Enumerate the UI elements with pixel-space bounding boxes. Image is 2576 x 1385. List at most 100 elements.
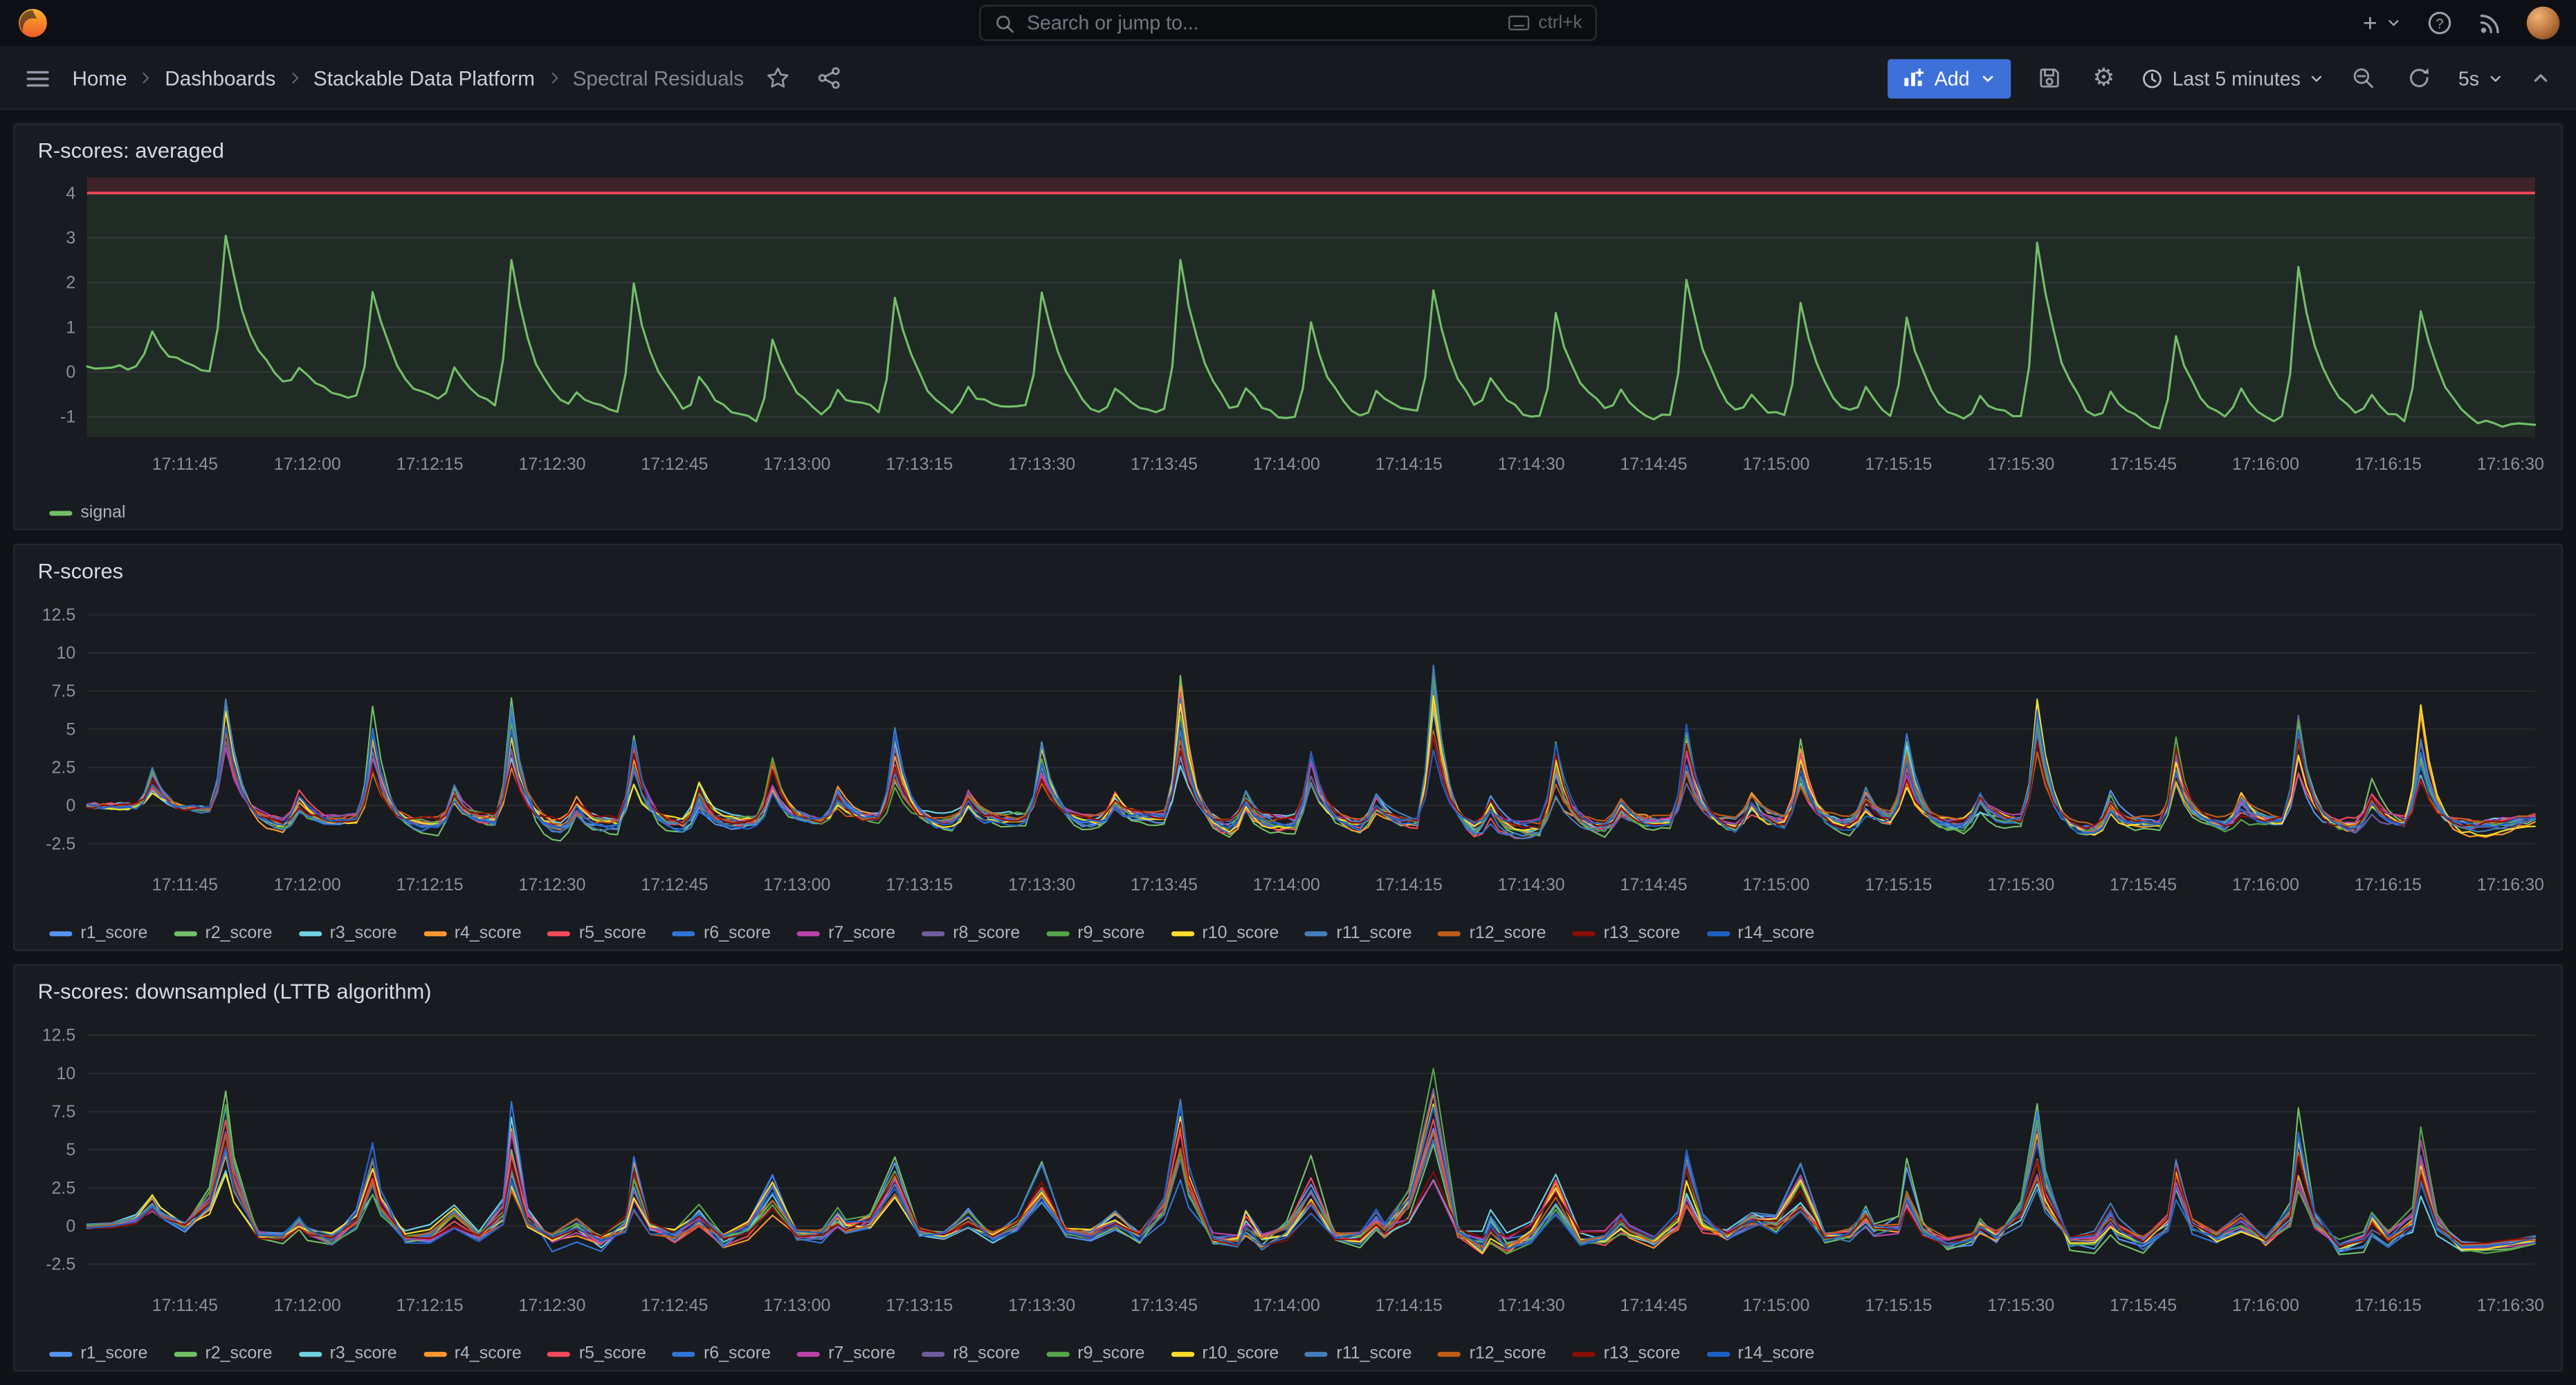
legend-label: r3_score	[330, 923, 397, 942]
legend-label: r3_score	[330, 1343, 397, 1363]
svg-text:17:14:00: 17:14:00	[1253, 1296, 1320, 1315]
time-series-chart[interactable]: -2.502.557.51012.517:11:4517:12:0017:12:…	[28, 1009, 2548, 1330]
zoom-out-button[interactable]	[2346, 61, 2381, 95]
legend-item[interactable]: r2_score	[174, 923, 272, 942]
legend-item[interactable]: r8_score	[922, 923, 1020, 942]
legend-swatch	[922, 930, 944, 935]
share-button[interactable]	[811, 61, 846, 95]
user-menu-button[interactable]	[2527, 6, 2559, 39]
legend-item[interactable]: r12_score	[1438, 1343, 1546, 1363]
legend-label: r5_score	[579, 923, 646, 942]
breadcrumb-home[interactable]: Home	[72, 66, 127, 89]
search-placeholder: Search or jump to...	[1027, 12, 1199, 35]
svg-text:17:14:00: 17:14:00	[1253, 875, 1320, 895]
panel-title[interactable]: R-scores: averaged	[28, 135, 224, 167]
svg-text:17:14:45: 17:14:45	[1620, 455, 1688, 474]
legend-swatch	[797, 930, 820, 935]
legend-item[interactable]: r7_score	[797, 1343, 895, 1363]
legend-item[interactable]: r9_score	[1046, 1343, 1144, 1363]
legend-label: r8_score	[953, 923, 1020, 942]
chart-area[interactable]: -2.502.557.51012.517:11:4517:12:0017:12:…	[28, 588, 2548, 910]
search-input[interactable]: Search or jump to... ctrl+k	[979, 5, 1597, 41]
legend-label: r14_score	[1738, 923, 1815, 942]
legend-item[interactable]: r9_score	[1046, 923, 1144, 942]
grafana-logo[interactable]	[17, 6, 49, 39]
panel-title[interactable]: R-scores: downsampled (LTTB algorithm)	[28, 975, 431, 1008]
news-button[interactable]	[2478, 10, 2503, 35]
avatar	[2527, 6, 2559, 39]
svg-text:17:13:45: 17:13:45	[1131, 1296, 1198, 1315]
legend-item[interactable]: r1_score	[49, 1343, 147, 1363]
svg-text:17:16:30: 17:16:30	[2477, 1296, 2544, 1315]
legend-item[interactable]: r2_score	[174, 1343, 272, 1363]
legend-label: r7_score	[828, 1343, 895, 1363]
svg-text:17:15:45: 17:15:45	[2110, 455, 2177, 474]
collapse-toolbar-button[interactable]	[2525, 62, 2556, 93]
legend-item[interactable]: r5_score	[548, 923, 646, 942]
legend-item[interactable]: r10_score	[1171, 923, 1279, 942]
breadcrumb-folder[interactable]: Stackable Data Platform	[313, 66, 535, 89]
mega-menu-button[interactable]	[19, 60, 55, 96]
dashboard-toolbar: Home Dashboards Stackable Data Platform …	[0, 48, 2576, 110]
legend-item[interactable]: r11_score	[1305, 923, 1412, 942]
refresh-button[interactable]	[2402, 61, 2437, 95]
legend-swatch	[174, 1351, 197, 1356]
legend-item[interactable]: r13_score	[1572, 1343, 1680, 1363]
legend-swatch	[1046, 930, 1069, 935]
svg-text:17:14:30: 17:14:30	[1498, 455, 1565, 474]
legend-swatch	[1706, 930, 1729, 935]
legend-item[interactable]: r4_score	[423, 1343, 522, 1363]
legend-item[interactable]: r1_score	[49, 923, 147, 942]
chart-area[interactable]: -2.502.557.51012.517:11:4517:12:0017:12:…	[28, 1009, 2548, 1330]
favorite-button[interactable]	[760, 61, 795, 95]
svg-text:17:13:30: 17:13:30	[1008, 875, 1075, 895]
chevron-right-icon	[287, 71, 302, 85]
svg-text:17:12:15: 17:12:15	[396, 455, 464, 474]
legend-label: r13_score	[1604, 923, 1681, 942]
legend-item[interactable]: r3_score	[298, 1343, 396, 1363]
add-button[interactable]: Add	[1888, 58, 2011, 98]
svg-text:-2.5: -2.5	[46, 834, 75, 854]
save-dashboard-button[interactable]	[2032, 61, 2067, 95]
svg-text:17:11:45: 17:11:45	[152, 1296, 218, 1315]
chevron-down-icon	[2386, 15, 2402, 31]
help-button[interactable]: ?	[2427, 10, 2453, 36]
time-range-picker[interactable]: Last 5 minutes	[2141, 66, 2325, 89]
refresh-interval-picker[interactable]: 5s	[2458, 66, 2504, 89]
help-icon: ?	[2427, 10, 2453, 36]
legend-item[interactable]: r11_score	[1305, 1343, 1412, 1363]
legend-item[interactable]: r12_score	[1438, 923, 1546, 942]
legend-item[interactable]: r7_score	[797, 923, 895, 942]
dashboard-settings-button[interactable]: ⚙	[2088, 61, 2119, 95]
refresh-interval-label: 5s	[2458, 66, 2479, 89]
legend-swatch	[673, 930, 695, 935]
legend-item[interactable]: r14_score	[1706, 923, 1814, 942]
legend-label: r9_score	[1077, 1343, 1144, 1363]
svg-text:17:12:30: 17:12:30	[519, 455, 586, 474]
legend-item[interactable]: r4_score	[423, 923, 522, 942]
chart-area[interactable]: -10123417:11:4517:12:0017:12:1517:12:301…	[28, 167, 2548, 489]
svg-text:17:12:00: 17:12:00	[274, 455, 341, 474]
legend-swatch	[423, 1351, 446, 1356]
svg-text:17:16:00: 17:16:00	[2232, 1296, 2299, 1315]
svg-text:17:13:45: 17:13:45	[1131, 875, 1198, 895]
legend-item[interactable]: r10_score	[1171, 1343, 1279, 1363]
legend-item[interactable]: r8_score	[922, 1343, 1020, 1363]
panel-title[interactable]: R-scores	[28, 556, 123, 588]
legend-item[interactable]: r5_score	[548, 1343, 646, 1363]
legend-item[interactable]: r13_score	[1572, 923, 1680, 942]
breadcrumb-dashboards[interactable]: Dashboards	[165, 66, 275, 89]
svg-text:5: 5	[66, 1140, 75, 1159]
time-series-chart[interactable]: -10123417:11:4517:12:0017:12:1517:12:301…	[28, 167, 2548, 489]
legend-item[interactable]: r6_score	[673, 1343, 771, 1363]
legend-item[interactable]: signal	[49, 503, 125, 522]
legend-item[interactable]: r3_score	[298, 923, 396, 942]
legend-label: r1_score	[80, 923, 147, 942]
legend-item[interactable]: r14_score	[1706, 1343, 1814, 1363]
new-menu-button[interactable]: +	[2363, 9, 2402, 37]
time-series-chart[interactable]: -2.502.557.51012.517:11:4517:12:0017:12:…	[28, 588, 2548, 910]
legend-item[interactable]: r6_score	[673, 923, 771, 942]
grafana-app: Search or jump to... ctrl+k +	[0, 0, 2576, 1372]
svg-text:?: ?	[2436, 17, 2443, 32]
svg-text:17:14:30: 17:14:30	[1498, 1296, 1565, 1315]
